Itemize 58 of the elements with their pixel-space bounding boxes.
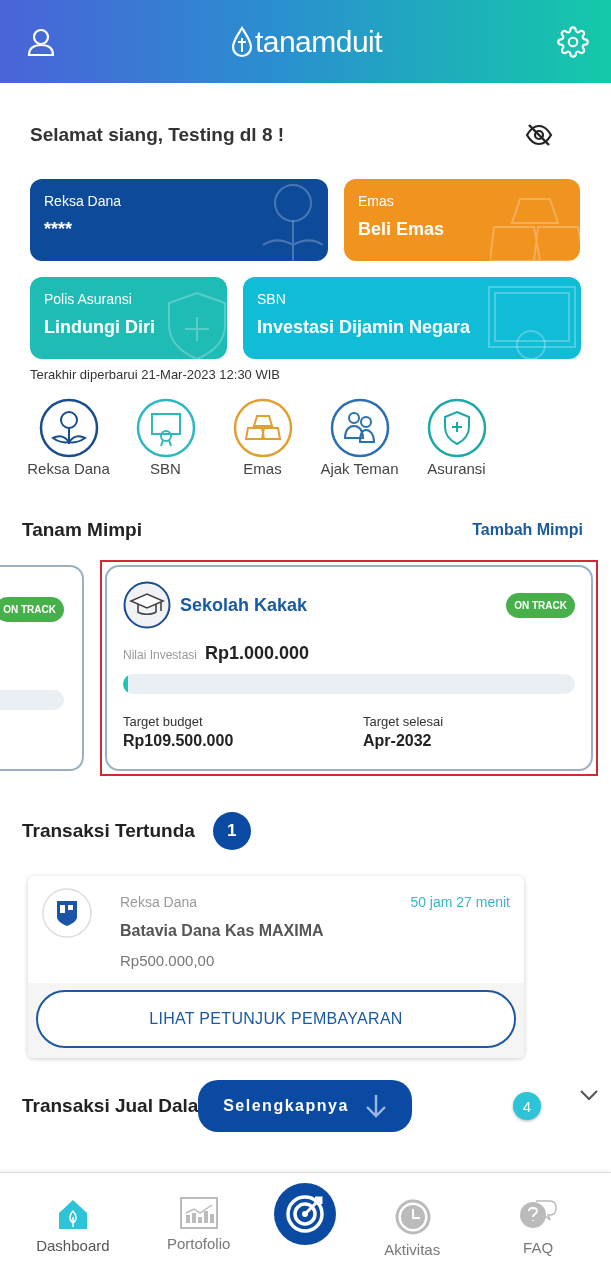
count-badge: 1 [212, 812, 251, 850]
card-value: Investasi Dijamin Negara [257, 317, 472, 338]
section-title: Tanam Mimpi [22, 519, 142, 541]
section-title: Transaksi Tertunda [22, 820, 195, 842]
nav-tab[interactable]: FAQ [488, 1183, 589, 1256]
droplet-icon [230, 25, 253, 58]
amount-text: Rp500.000,00 [120, 952, 216, 969]
count-badge: 4 [513, 1092, 541, 1120]
value-label: Nilai Investasi [123, 648, 198, 662]
card-value: **** [44, 219, 74, 240]
profile-icon[interactable] [26, 26, 56, 57]
status-badge: ON TRACK [506, 592, 575, 618]
greeting-text: Selamat siang, Testing dl 8 ! [30, 124, 285, 146]
eye-off-icon[interactable] [525, 123, 553, 147]
chevron-down-icon[interactable] [579, 1089, 599, 1101]
budget-label: Target budget [123, 714, 204, 729]
certificate-icon [135, 398, 196, 458]
chart-icon [179, 1197, 218, 1229]
shield-plus-icon [426, 398, 487, 458]
card-label: Emas [358, 193, 395, 209]
shortcut-button[interactable]: Reksa Dana [20, 398, 117, 477]
shortcut-button[interactable]: SBN [117, 398, 214, 477]
card-value: Beli Emas [358, 219, 446, 240]
dream-card[interactable]: Sekolah Kakak ON TRACK Nilai Investasi Rp1.000.000 Target budget Rp109.500.000 Target selesai Apr-2032 [105, 565, 593, 771]
logo-text: tanamduit [254, 24, 383, 59]
card-value: Lindungi Diri [44, 317, 156, 338]
add-dream-link[interactable]: Tambah Mimpi [472, 521, 583, 539]
shortcut-button[interactable]: Emas [214, 398, 311, 477]
budget-value: Rp109.500.000 [123, 732, 235, 750]
timer-text: 50 jam 27 menit [410, 894, 510, 910]
card-label: SBN [257, 291, 287, 307]
flower-coin-icon [38, 398, 99, 458]
nav-tab[interactable]: Dashboard [22, 1183, 123, 1254]
target-icon [284, 1193, 327, 1235]
value-amount: Rp1.000.000 [205, 643, 310, 664]
bars-icon [232, 398, 293, 458]
card-label: Reksa Dana [44, 193, 123, 209]
finish-label: Target selesai [363, 714, 445, 729]
section-title: Transaksi Jual Dala [22, 1095, 199, 1117]
updated-text: Terakhir diperbarui 21-Mar-2023 12:30 WIB [29, 366, 281, 382]
card-label: Polis Asuransi [44, 291, 133, 307]
finish-value: Apr-2032 [363, 732, 433, 750]
shortcut-button[interactable]: Asuransi [408, 398, 505, 477]
balance-card[interactable]: Reksa Dana **** [30, 179, 328, 261]
clock-icon [393, 1197, 432, 1235]
status-badge: ON TRACK [0, 597, 64, 622]
fund-name: Batavia Dana Kas MAXIMA [120, 922, 325, 940]
category-label: Reksa Dana [120, 894, 198, 910]
nav-tab[interactable]: Aktivitas [362, 1183, 463, 1258]
payment-guide-button[interactable]: LIHAT PETUNJUK PEMBAYARAN [36, 990, 516, 1048]
graduation-cap-icon [123, 581, 171, 629]
dream-name: Sekolah Kakak [180, 594, 308, 616]
fund-logo-icon [42, 888, 92, 938]
shortcut-button[interactable]: Ajak Teman [311, 398, 408, 477]
arrow-down-icon [364, 1093, 387, 1119]
nav-tab[interactable]: Portofolio [148, 1183, 249, 1252]
people-icon [329, 398, 390, 458]
more-button[interactable]: Selengkapnya [198, 1080, 412, 1132]
